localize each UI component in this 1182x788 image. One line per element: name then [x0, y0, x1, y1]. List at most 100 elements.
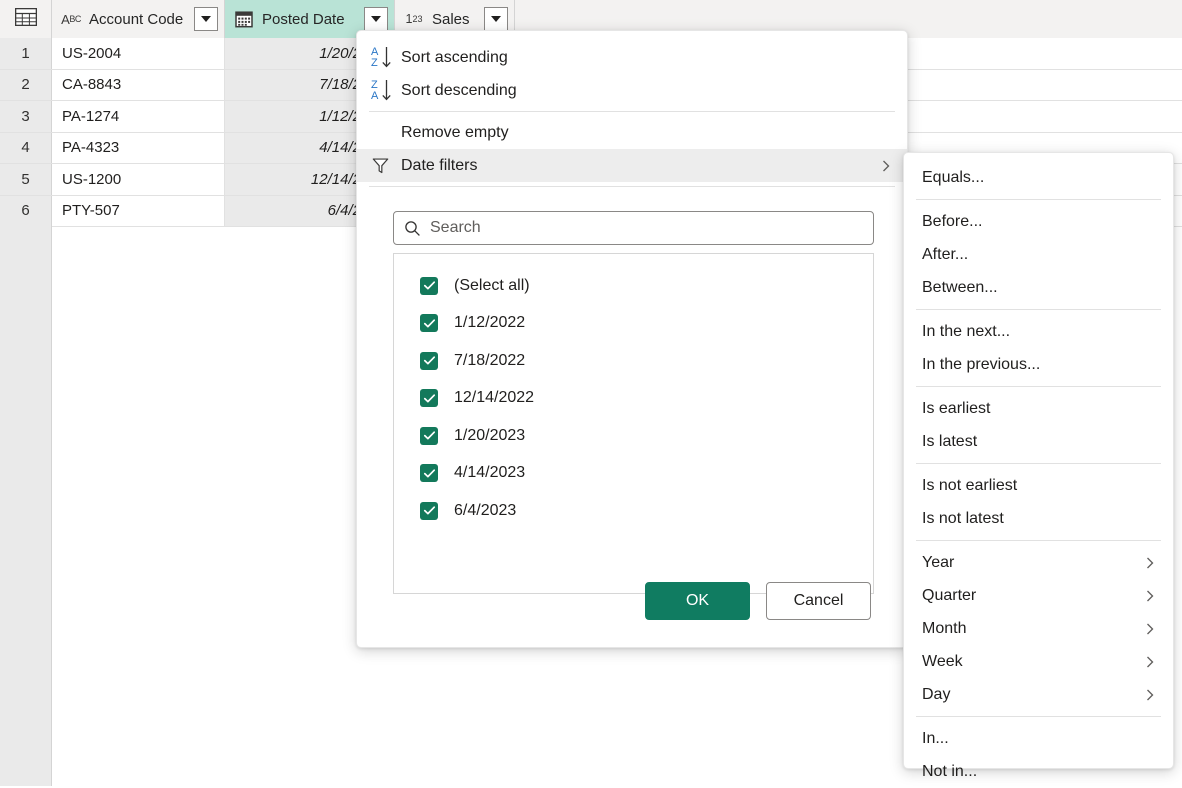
submenu-item-before[interactable]: Before... [904, 205, 1173, 238]
submenu-item-month[interactable]: Month [904, 612, 1173, 645]
submenu-item-label: Week [922, 653, 1143, 671]
column-filter-dropdown-posted-date: A Z Sort ascending Z A Sort descending R… [356, 30, 908, 648]
checkbox-checked[interactable] [420, 277, 438, 295]
submenu-item-label: Day [922, 686, 1143, 704]
submenu-item-is-earliest[interactable]: Is earliest [904, 392, 1173, 425]
submenu-item-label: Year [922, 554, 1143, 572]
submenu-item-label: Is not latest [922, 510, 1157, 528]
submenu-item-is-latest[interactable]: Is latest [904, 425, 1173, 458]
date-filters-submenu: Equals... Before... After... Between... … [903, 152, 1174, 769]
column-header-label: Account Code [89, 11, 187, 28]
submenu-item-year[interactable]: Year [904, 546, 1173, 579]
cell-account-code[interactable]: PTY-507 [52, 196, 225, 227]
cell-account-code[interactable]: US-2004 [52, 38, 225, 69]
column-header-label: Posted Date [262, 11, 357, 28]
submenu-item-label: Quarter [922, 587, 1143, 605]
submenu-item-label: In the next... [922, 323, 1157, 341]
list-item[interactable]: 4/14/2023 [394, 455, 873, 493]
sort-letter-top: A [371, 47, 378, 58]
menu-divider [369, 111, 895, 112]
cell-account-code[interactable]: US-1200 [52, 164, 225, 195]
submenu-item-between[interactable]: Between... [904, 271, 1173, 304]
list-item[interactable]: 1/20/2023 [394, 417, 873, 455]
chevron-right-icon [879, 159, 893, 173]
list-item-label: 7/18/2022 [454, 352, 525, 370]
list-item[interactable]: 1/12/2022 [394, 305, 873, 343]
submenu-item-not-in[interactable]: Not in... [904, 755, 1173, 788]
chevron-down-icon [201, 16, 211, 22]
table-icon [15, 8, 37, 30]
menu-item-remove-empty[interactable]: Remove empty [357, 116, 907, 149]
submenu-item-label: Between... [922, 279, 1157, 297]
calendar-date-type-icon [233, 9, 255, 29]
submenu-item-is-not-latest[interactable]: Is not latest [904, 502, 1173, 535]
column-header-account-code[interactable]: ABC Account Code [52, 0, 225, 38]
menu-item-sort-descending[interactable]: Z A Sort descending [357, 74, 907, 107]
menu-item-date-filters[interactable]: Date filters [357, 149, 907, 182]
menu-item-label: Remove empty [401, 124, 893, 142]
checkbox-checked[interactable] [420, 464, 438, 482]
row-number: 2 [0, 70, 52, 101]
cancel-button[interactable]: Cancel [766, 582, 871, 620]
submenu-divider [916, 540, 1161, 541]
row-number: 3 [0, 101, 52, 132]
list-item-label: 1/20/2023 [454, 427, 525, 445]
sort-letter-bottom: Z [371, 58, 378, 69]
filter-search-box[interactable] [393, 211, 874, 245]
column-filter-button-posted-date[interactable] [364, 7, 388, 31]
checkbox-checked[interactable] [420, 389, 438, 407]
list-item[interactable]: 7/18/2022 [394, 342, 873, 380]
123-number-type-icon: 123 [403, 9, 425, 29]
checkbox-checked[interactable] [420, 352, 438, 370]
submenu-item-in-the-previous[interactable]: In the previous... [904, 348, 1173, 381]
list-item-label: 1/12/2022 [454, 314, 525, 332]
list-item-label: 6/4/2023 [454, 502, 516, 520]
cell-account-code[interactable]: CA-8843 [52, 70, 225, 101]
chevron-right-icon [1143, 688, 1157, 702]
chevron-down-icon [371, 16, 381, 22]
filter-funnel-icon [371, 156, 401, 175]
menu-item-label: Sort ascending [401, 49, 893, 67]
list-item-select-all[interactable]: (Select all) [394, 267, 873, 305]
column-filter-button-account-code[interactable] [194, 7, 218, 31]
submenu-item-is-not-earliest[interactable]: Is not earliest [904, 469, 1173, 502]
chevron-down-icon [491, 16, 501, 22]
submenu-item-quarter[interactable]: Quarter [904, 579, 1173, 612]
row-number: 5 [0, 164, 52, 195]
submenu-item-in-the-next[interactable]: In the next... [904, 315, 1173, 348]
checkbox-checked[interactable] [420, 502, 438, 520]
submenu-item-label: Not in... [922, 763, 1157, 781]
column-header-label: Sales [432, 11, 477, 28]
submenu-item-day[interactable]: Day [904, 678, 1173, 711]
submenu-item-label: After... [922, 246, 1157, 264]
abc-text-type-icon: ABC [60, 9, 82, 29]
list-item-label: (Select all) [454, 277, 530, 295]
menu-item-label: Date filters [401, 157, 879, 175]
menu-item-sort-ascending[interactable]: A Z Sort ascending [357, 41, 907, 74]
cell-account-code[interactable]: PA-4323 [52, 133, 225, 164]
list-item-label: 4/14/2023 [454, 464, 525, 482]
submenu-item-label: Before... [922, 213, 1157, 231]
chevron-right-icon [1143, 622, 1157, 636]
sort-ascending-icon: A Z [371, 46, 401, 70]
list-item-label: 12/14/2022 [454, 389, 534, 407]
submenu-item-week[interactable]: Week [904, 645, 1173, 678]
search-input[interactable] [430, 219, 873, 237]
ok-button[interactable]: OK [645, 582, 750, 620]
submenu-item-after[interactable]: After... [904, 238, 1173, 271]
checkbox-checked[interactable] [420, 314, 438, 332]
checkbox-checked[interactable] [420, 427, 438, 445]
row-number: 4 [0, 133, 52, 164]
cell-account-code[interactable]: PA-1274 [52, 101, 225, 132]
filter-values-listbox[interactable]: (Select all) 1/12/2022 7/18/2022 12/14/2… [393, 253, 874, 594]
column-filter-button-sales[interactable] [484, 7, 508, 31]
submenu-item-in[interactable]: In... [904, 722, 1173, 755]
list-item[interactable]: 6/4/2023 [394, 492, 873, 530]
menu-item-label: Sort descending [401, 82, 893, 100]
list-item[interactable]: 12/14/2022 [394, 380, 873, 418]
grid-corner-select-all[interactable] [0, 0, 52, 38]
submenu-item-label: Is earliest [922, 400, 1157, 418]
search-icon [404, 220, 421, 237]
submenu-divider [916, 716, 1161, 717]
submenu-item-equals[interactable]: Equals... [904, 161, 1173, 194]
